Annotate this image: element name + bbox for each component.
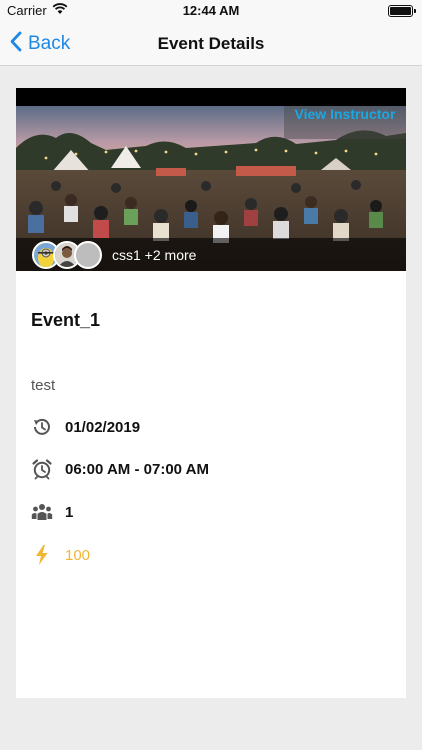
event-time-range: 06:00 AM - 07:00 AM: [65, 460, 209, 478]
event-description: test: [31, 377, 56, 394]
attendee-count: 1: [65, 503, 74, 521]
participants-label: css1 +2 more: [112, 247, 197, 263]
status-time: 12:44 AM: [182, 3, 240, 18]
event-image: View Instructor css1 +2 more: [16, 88, 406, 271]
view-instructor-button[interactable]: View Instructor: [284, 106, 406, 139]
event-points-row: 100: [31, 543, 90, 567]
page-title: Event Details: [157, 34, 265, 53]
alarm-clock-icon: [31, 458, 53, 480]
event-attendees-row: 1: [31, 500, 73, 524]
event-card: View Instructor css1 +2 more Event_1 tes…: [16, 88, 406, 698]
status-bar: Carrier 12:44 AM: [0, 0, 422, 22]
avatar: [74, 241, 102, 269]
event-date-row: 01/02/2019: [31, 415, 140, 439]
lightning-icon: [31, 544, 53, 566]
battery-icon: [388, 5, 416, 17]
calendar-clock-icon: [31, 416, 53, 438]
event-points: 100: [65, 546, 91, 564]
participants-bar[interactable]: css1 +2 more: [16, 238, 406, 271]
navigation-bar: Back Event Details: [0, 22, 422, 66]
event-title: Event_1: [31, 310, 101, 330]
event-time-row: 06:00 AM - 07:00 AM: [31, 457, 209, 481]
event-date: 01/02/2019: [65, 418, 141, 436]
group-icon: [31, 501, 53, 523]
